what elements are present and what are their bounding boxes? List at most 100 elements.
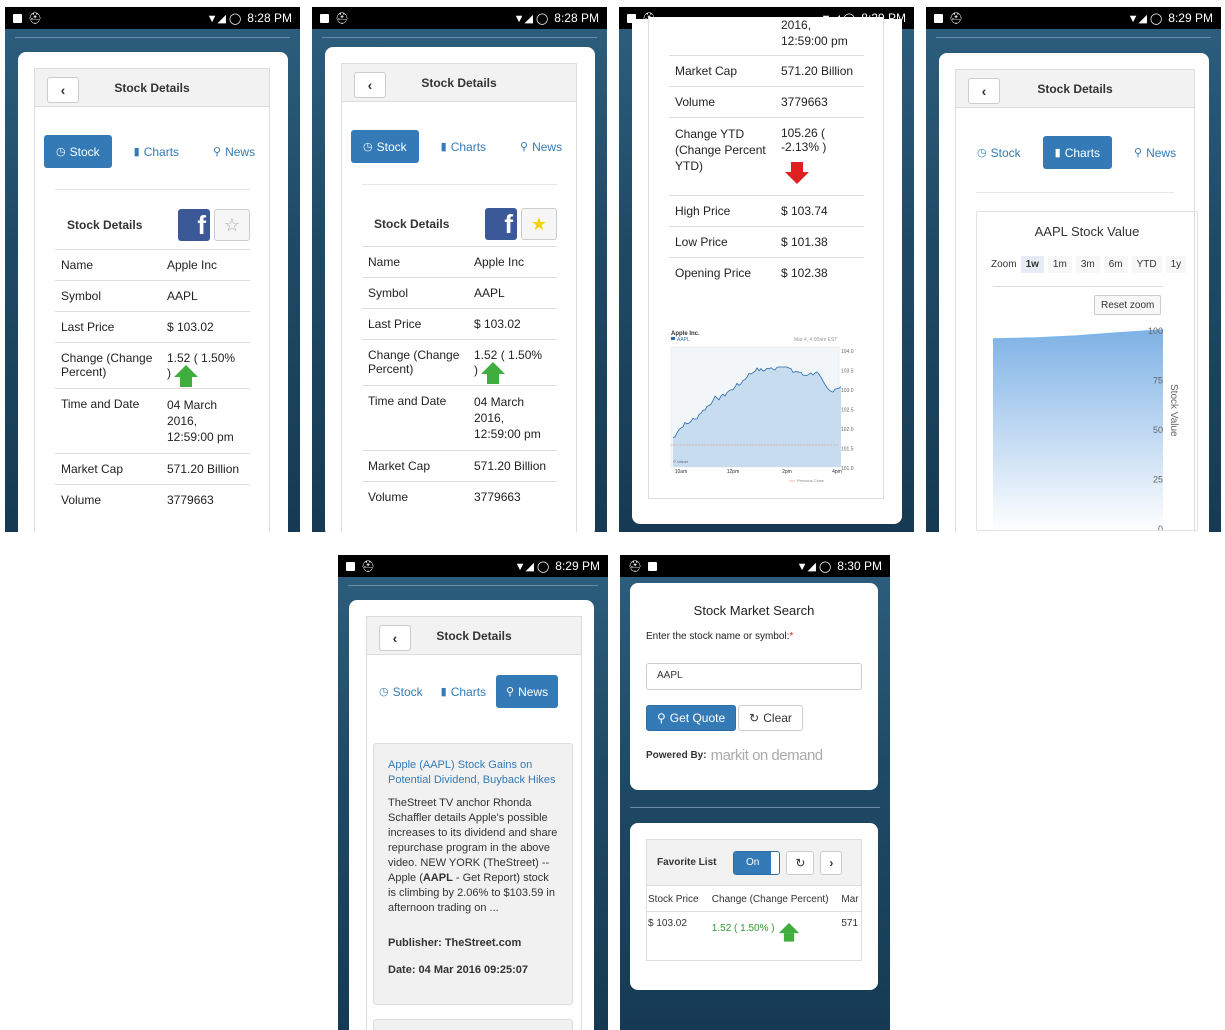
clock-icon: ◷ xyxy=(379,686,389,698)
news-publisher: Publisher: TheStreet.com xyxy=(388,937,522,949)
search-label: Enter the stock name or symbol: xyxy=(646,631,790,642)
stock-panel: ‹ Stock Details ◷ Stock ▮ Charts ⚲ News Stoc… xyxy=(341,63,577,532)
clock: 8:28 PM xyxy=(554,11,599,25)
stock-panel: ‹ Stock Details ◷ Stock ▮ Charts ⚲ News Stoc… xyxy=(34,68,270,532)
refresh-icon: ↻ xyxy=(795,855,806,870)
tab-charts[interactable]: ▮ Charts xyxy=(433,675,494,708)
incognito-icon: ⛑ xyxy=(949,12,963,25)
search-card: Stock Market Search Enter the stock name… xyxy=(630,583,878,790)
screen-3: ⛑ ▼◢ ◯8:29 PM 2016, 12:59:00 pm Market C… xyxy=(619,7,914,532)
zoom-ytd[interactable]: YTD xyxy=(1131,256,1162,273)
minichart-date: Mar 4, 4:00am EST xyxy=(794,337,837,343)
image-icon xyxy=(13,13,22,23)
divider xyxy=(15,37,290,38)
back-button[interactable]: ‹ xyxy=(354,72,386,98)
back-button[interactable]: ‹ xyxy=(968,78,1000,104)
clock: 8:28 PM xyxy=(247,11,292,25)
bar-chart-icon: ▮ xyxy=(1054,147,1061,159)
back-button[interactable]: ‹ xyxy=(47,77,79,103)
panel-title: Stock Details xyxy=(114,80,190,95)
tab-news[interactable]: ⚲ News xyxy=(508,130,574,163)
table-row: Name Apple Inc xyxy=(362,246,557,277)
facebook-share-button[interactable]: f xyxy=(178,209,210,241)
favorites-title: Favorite List xyxy=(657,857,717,868)
tab-stock[interactable]: ◷ Stock xyxy=(965,136,1033,169)
details-heading: Stock Details xyxy=(67,218,143,232)
search-icon: ⚲ xyxy=(657,711,666,725)
table-row: Name Apple Inc xyxy=(55,249,250,280)
image-icon xyxy=(320,13,329,23)
screen-6: ⛑ ▼◢ ◯ 8:30 PM Stock Market Search Enter … xyxy=(620,555,890,1030)
col-change: Change (Change Percent) xyxy=(711,894,829,905)
table-row[interactable]: $ 103.02 1.52 ( 1.50% ) 571 xyxy=(647,912,861,942)
details-table: Name Apple Inc Symbol AAPL Last Price $ 103… xyxy=(362,246,557,512)
zoom-3m[interactable]: 3m xyxy=(1075,256,1100,273)
bar-chart-icon: ▮ xyxy=(440,686,447,698)
incognito-icon: ⛑ xyxy=(335,12,349,25)
x-tick-label: 2pm xyxy=(782,469,792,475)
zoom-6m[interactable]: 6m xyxy=(1103,256,1128,273)
signal-icon: ▼◢ ◯ xyxy=(796,560,832,573)
screen-2: ⛑ ▼◢ ◯ 8:28 PM ‹ Stock Details ◷ Stock ▮ Cha… xyxy=(312,7,607,532)
tab-stock[interactable]: ◷ Stock xyxy=(44,135,112,168)
tab-news[interactable]: ⚲ News xyxy=(1122,136,1188,169)
bar-chart-icon: ▮ xyxy=(133,146,140,158)
up-arrow-icon xyxy=(481,362,506,384)
incognito-icon: ⛑ xyxy=(28,12,42,25)
up-arrow-icon xyxy=(778,922,799,942)
link-icon: ⚲ xyxy=(506,686,515,698)
news-title-link[interactable]: Apple (AAPL) Stock Gains on Potential Di… xyxy=(388,758,558,788)
tab-stock[interactable]: ◷ Stock xyxy=(351,130,419,163)
get-quote-button[interactable]: ⚲ Get Quote xyxy=(646,705,737,731)
favorite-star-button[interactable]: ★ xyxy=(521,208,557,240)
x-tick-label: 12pm xyxy=(727,469,740,475)
tab-news[interactable]: ⚲ News xyxy=(496,675,559,708)
y-tick-label: 25 xyxy=(1153,475,1163,485)
signal-icon: ▼◢ ◯ xyxy=(514,560,550,573)
news-card: ‹ Stock Details ◷ Stock ▮ Charts ⚲ News Appl… xyxy=(349,600,594,1030)
y-tick-label: 100 xyxy=(1148,326,1163,336)
news-body-bold: AAPL xyxy=(422,872,453,884)
minichart-legend: AAPL xyxy=(677,337,690,343)
favorite-star-button[interactable]: ☆ xyxy=(214,209,250,241)
y-tick-label: 103.0 xyxy=(841,388,854,394)
fav-change: 1.52 ( 1.50% ) xyxy=(712,918,842,942)
clock: 8:29 PM xyxy=(555,559,600,573)
facebook-share-button[interactable]: f xyxy=(485,208,517,240)
intraday-chart-image: Apple Inc. AAPL Mar 4, 4:00am EST 104.01… xyxy=(670,331,854,483)
tab-charts[interactable]: ▮ Charts xyxy=(429,130,498,163)
table-row: Change YTD (Change Percent YTD) 105.26 ( … xyxy=(669,117,864,195)
divider xyxy=(322,37,597,38)
tab-stock[interactable]: ◷ Stock xyxy=(371,675,431,708)
image-icon xyxy=(647,561,657,571)
col-cap: Mar xyxy=(841,894,859,905)
auto-refresh-toggle[interactable]: On xyxy=(733,850,781,875)
tab-news[interactable]: ⚲ News xyxy=(201,135,267,168)
table-row: Volume 3779663 xyxy=(669,86,864,117)
status-bar: ⛑ ▼◢ ◯ 8:29 PM xyxy=(338,555,608,577)
panel-title: Stock Details xyxy=(1037,81,1113,96)
screen-5: ⛑ ▼◢ ◯ 8:29 PM ‹ Stock Details ◷ Stock ▮ Cha… xyxy=(338,555,608,1030)
symbol-input[interactable]: AAPL xyxy=(646,663,862,690)
link-icon: ⚲ xyxy=(520,141,529,153)
bar-chart-icon: ▮ xyxy=(440,141,447,153)
chevron-right-icon: › xyxy=(829,855,834,870)
favorites-card: Favorite List On ↻ › Stock Price Change … xyxy=(630,823,878,990)
back-button[interactable]: ‹ xyxy=(379,625,411,651)
status-bar: ⛑ ▼◢ ◯ 8:30 PM xyxy=(620,555,890,577)
tab-charts[interactable]: ▮ Charts xyxy=(122,135,191,168)
up-arrow-icon xyxy=(174,365,199,387)
link-icon: ⚲ xyxy=(213,146,222,158)
reset-zoom-button[interactable]: Reset zoom xyxy=(1094,295,1162,315)
y-tick-label: 101.0 xyxy=(841,466,854,472)
panel-title: Stock Details xyxy=(436,628,512,643)
clear-button[interactable]: ↻ Clear xyxy=(738,705,803,731)
highstock-chart: AAPL Stock Value Zoom 1w 1m 3m 6m YTD 1y… xyxy=(976,211,1198,531)
refresh-button[interactable]: ↻ xyxy=(786,850,815,875)
zoom-1m[interactable]: 1m xyxy=(1047,256,1072,273)
next-button[interactable]: › xyxy=(820,850,843,875)
tab-charts[interactable]: ▮ Charts xyxy=(1042,136,1113,169)
zoom-1w[interactable]: 1w xyxy=(1020,256,1044,273)
charts-card: ‹ Stock Details ◷ Stock ▮ Charts ⚲ News AAPL… xyxy=(939,53,1209,532)
zoom-1y[interactable]: 1y xyxy=(1165,256,1187,273)
